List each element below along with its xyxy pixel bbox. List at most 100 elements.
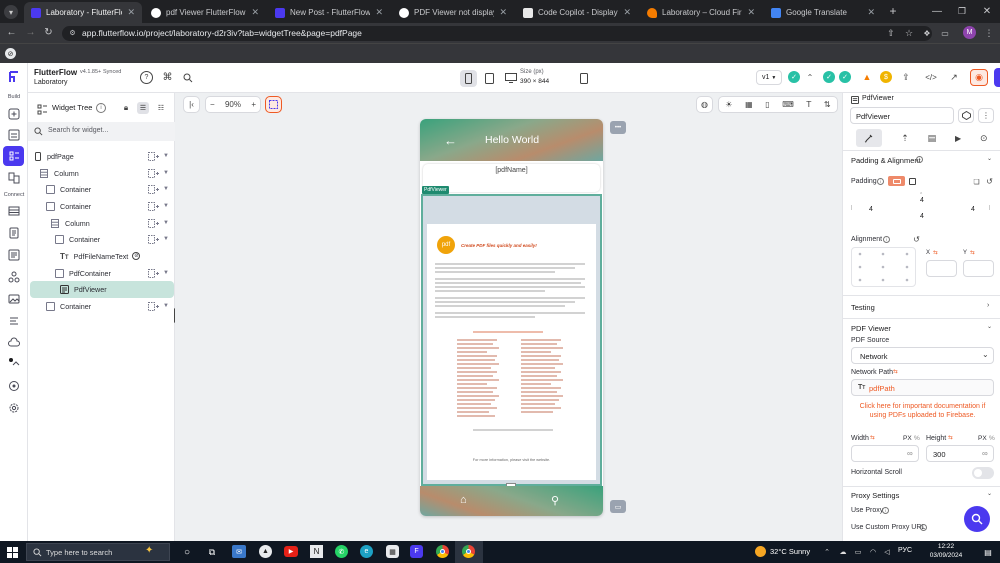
- select-mode-icon[interactable]: [265, 96, 282, 113]
- info-icon[interactable]: i: [882, 507, 889, 514]
- infinity-icon[interactable]: ∞: [907, 449, 913, 458]
- browser-tab-3[interactable]: PDF Viewer not displaying pdf ✕: [392, 2, 514, 23]
- close-window-icon[interactable]: ✕: [980, 4, 994, 18]
- variable-icon[interactable]: ⇆: [870, 435, 875, 441]
- info-icon[interactable]: i: [920, 524, 927, 531]
- extensions-icon[interactable]: ❖: [921, 27, 933, 39]
- chevron-down-icon[interactable]: ▼: [163, 220, 169, 226]
- tree-search-input[interactable]: Search for widget...: [28, 122, 175, 141]
- storyboard-icon[interactable]: [6, 171, 22, 185]
- open-external-icon[interactable]: ↗: [948, 71, 960, 83]
- info-icon[interactable]: i: [96, 103, 106, 113]
- browser-tab-4[interactable]: Code Copilot - Displaying PDF ✕: [516, 2, 638, 23]
- minimize-icon[interactable]: —: [930, 4, 944, 18]
- chevron-down-icon[interactable]: ⌄: [987, 323, 992, 330]
- wrap-widget-icon[interactable]: [148, 268, 159, 278]
- flutterflow-logo-icon[interactable]: [7, 70, 21, 84]
- chevron-right-icon[interactable]: ›: [987, 302, 989, 309]
- sidepanel-icon[interactable]: ▭: [939, 27, 951, 39]
- wrap-widget-icon[interactable]: [148, 301, 159, 311]
- zoom-level[interactable]: 90%: [225, 100, 241, 109]
- firestore-icon[interactable]: [6, 204, 22, 218]
- command-icon[interactable]: ⌘: [161, 71, 174, 84]
- tree-node-pdfcontainer[interactable]: PdfContainer ▼: [28, 265, 175, 281]
- profile-avatar[interactable]: M: [963, 26, 976, 39]
- align-x-input[interactable]: [926, 260, 957, 277]
- close-tab-icon[interactable]: ✕: [747, 7, 755, 18]
- infinity-icon[interactable]: ∞: [982, 449, 988, 458]
- taskbar-search-input[interactable]: Type here to search ✦: [26, 543, 170, 561]
- browser-tab-1[interactable]: pdf Viewer FlutterFlow - Googl ✕: [144, 2, 266, 23]
- collaborators-icon[interactable]: $: [880, 71, 892, 83]
- check-status-icon[interactable]: ✓: [788, 71, 800, 83]
- keyboard-icon[interactable]: ⌨: [782, 100, 794, 109]
- wrap-widget-icon[interactable]: [148, 184, 159, 194]
- project-name[interactable]: Laboratory: [34, 79, 67, 86]
- maximize-icon[interactable]: ❐: [955, 4, 969, 18]
- weather-sun-icon[interactable]: [755, 546, 766, 557]
- volume-icon[interactable]: ◁: [882, 546, 892, 557]
- code-view-icon[interactable]: </>: [924, 71, 938, 83]
- chevron-down-icon[interactable]: ▼: [163, 236, 169, 242]
- integrations-icon[interactable]: [6, 270, 22, 284]
- share-link-icon[interactable]: ⇪: [900, 71, 912, 83]
- api-calls-icon[interactable]: [6, 248, 22, 262]
- profile-nav-icon[interactable]: ⚲: [551, 494, 559, 507]
- tree-node-container[interactable]: Container ▼: [28, 298, 175, 314]
- back-icon[interactable]: ←: [5, 26, 18, 39]
- clock-date[interactable]: 03/09/2024: [920, 552, 972, 559]
- active-chrome-tile[interactable]: [455, 541, 483, 563]
- padding-section-header[interactable]: Padding & Alignment: [851, 156, 921, 165]
- tree-node-column[interactable]: Column ▼: [28, 215, 175, 231]
- version-select[interactable]: v1 ▼: [756, 70, 783, 85]
- clock-time[interactable]: 12:22: [926, 543, 966, 550]
- pdf-viewer-widget[interactable]: pdf Create PDF files quickly and easily!…: [421, 194, 602, 486]
- browser-tab-6[interactable]: Google Translate ✕: [764, 2, 882, 23]
- padding-top-value[interactable]: 4: [920, 197, 924, 204]
- browser-tab-0[interactable]: Laboratory - FlutterFlow ✕: [24, 2, 142, 23]
- padding-right-value[interactable]: 4: [971, 206, 975, 213]
- phone-device-icon[interactable]: [460, 69, 477, 87]
- tray-arrow-icon[interactable]: ⌃: [822, 546, 832, 557]
- task-view-icon[interactable]: ⧉: [206, 546, 218, 558]
- theme-settings-icon[interactable]: [6, 379, 22, 393]
- tree-node-container[interactable]: Container ▼: [28, 231, 175, 247]
- firebase-icon[interactable]: ▲: [861, 71, 873, 83]
- custom-code-icon[interactable]: [6, 314, 22, 328]
- reset-icon[interactable]: ↺: [912, 235, 921, 244]
- variable-icon[interactable]: ⇆: [970, 250, 975, 256]
- chevron-down-icon[interactable]: ▼: [163, 153, 169, 159]
- close-tab-icon[interactable]: ✕: [251, 7, 259, 18]
- settings-gear-icon[interactable]: [6, 401, 22, 415]
- back-arrow-icon[interactable]: ←: [444, 133, 457, 148]
- browser-tab-2[interactable]: New Post - FlutterFlow Commu ✕: [268, 2, 390, 23]
- tree-node-pdfviewer[interactable]: PdfViewer: [30, 281, 174, 298]
- wrap-widget-icon[interactable]: [148, 234, 159, 244]
- overflow-badge-icon[interactable]: •••: [610, 121, 626, 134]
- width-unit-pct[interactable]: %: [914, 435, 920, 442]
- close-tab-icon[interactable]: ✕: [623, 7, 631, 18]
- actions-tab-icon[interactable]: ⇡: [901, 133, 909, 144]
- tree-node-pdffilenametext[interactable]: TT PdfFileNameText ⊘: [28, 248, 175, 264]
- app-icon[interactable]: ▦: [386, 545, 399, 558]
- windows-start-icon[interactable]: [6, 546, 18, 558]
- padding-bottom-value[interactable]: 4: [920, 213, 924, 220]
- chevron-down-icon[interactable]: ▼: [163, 170, 169, 176]
- collapse-panel-icon[interactable]: |‹: [183, 96, 200, 113]
- info-icon[interactable]: i: [883, 236, 890, 243]
- tree-node-pdfpage[interactable]: pdfPage ▼: [28, 148, 175, 164]
- device-frame-icon[interactable]: ▯: [765, 100, 769, 109]
- variable-icon[interactable]: ⇆: [933, 250, 938, 256]
- desktop-preview-icon[interactable]: ▭: [610, 500, 626, 513]
- site-info-icon[interactable]: ⚙: [68, 29, 77, 38]
- warnings-icon[interactable]: ⌃: [804, 71, 816, 83]
- rotate-device-icon[interactable]: [579, 72, 589, 84]
- weather-text[interactable]: 32°C Sunny: [770, 547, 810, 556]
- align-y-input[interactable]: [963, 260, 994, 277]
- page-selector-icon[interactable]: [6, 128, 22, 142]
- close-tab-icon[interactable]: ✕: [127, 7, 135, 18]
- zoom-in-icon[interactable]: +: [251, 100, 256, 109]
- firebase-docs-link[interactable]: Click here for important documentation i…: [851, 402, 994, 420]
- backend-query-tab-icon[interactable]: ▤: [928, 133, 937, 144]
- reload-icon[interactable]: ↻: [42, 26, 55, 39]
